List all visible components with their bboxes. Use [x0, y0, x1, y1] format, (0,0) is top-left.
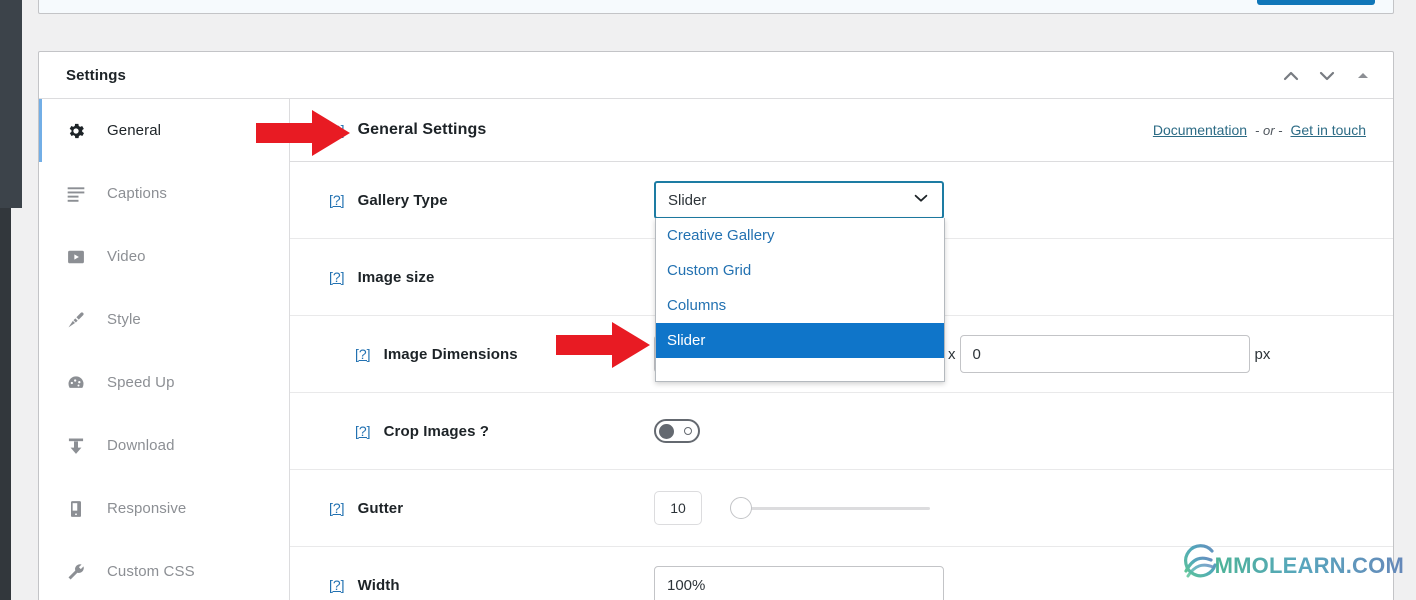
- row-label-gutter: [?] Gutter: [329, 500, 654, 517]
- dropdown-option-slider[interactable]: Slider: [656, 323, 944, 358]
- gear-icon: [66, 121, 92, 141]
- help-icon[interactable]: [?]: [329, 269, 345, 285]
- chevron-up-icon[interactable]: [1275, 60, 1307, 92]
- help-icon[interactable]: [?]: [329, 500, 345, 516]
- gutter-slider[interactable]: [730, 495, 930, 521]
- row-crop-images: [?] Crop Images ?: [290, 393, 1393, 470]
- dropdown-option-custom-grid[interactable]: Custom Grid: [656, 253, 944, 288]
- panel-header-controls: [1275, 52, 1379, 99]
- settings-sidebar: General Captions Video Style Speed Up Do…: [39, 99, 290, 600]
- row-label-image-size: [?] Image size: [329, 269, 654, 286]
- image-height-input[interactable]: 0: [959, 335, 1250, 373]
- screen: Settings General Captions Video Style Sp…: [0, 0, 1416, 600]
- row-label-gallery-type: [?] Gallery Type: [329, 192, 654, 209]
- row-control-width: 100%: [654, 566, 1366, 600]
- help-icon[interactable]: [?]: [329, 192, 345, 208]
- sidebar-item-style[interactable]: Style: [39, 288, 289, 351]
- dropdown-option-columns[interactable]: Columns: [656, 288, 944, 323]
- row-control-gutter: 10: [654, 491, 1366, 525]
- field-label: Gallery Type: [357, 191, 448, 209]
- help-icon[interactable]: [?]: [355, 346, 371, 362]
- brush-icon: [66, 310, 92, 330]
- help-icon[interactable]: [?]: [355, 423, 371, 439]
- slider-track: [730, 506, 930, 510]
- sidebar-item-general[interactable]: General: [39, 99, 289, 162]
- header-links: Documentation - or - Get in touch: [1153, 122, 1366, 138]
- wp-admin-sidebar-top: [0, 0, 22, 208]
- dimensions-unit: px: [1254, 345, 1271, 363]
- upper-panel-partial: [38, 0, 1394, 14]
- gallery-type-selected-value: Slider: [668, 191, 707, 209]
- help-icon[interactable]: [?]: [329, 122, 345, 138]
- sidebar-item-label: Download: [107, 437, 175, 454]
- captions-icon: [66, 184, 92, 204]
- gutter-value-input[interactable]: 10: [654, 491, 702, 525]
- section-title: General Settings: [357, 121, 487, 138]
- sidebar-item-video[interactable]: Video: [39, 225, 289, 288]
- links-separator: - or -: [1255, 122, 1283, 138]
- row-label-width: [?] Width: [329, 577, 654, 594]
- general-settings-header: [?] General Settings Documentation - or …: [290, 99, 1393, 162]
- row-gutter: [?] Gutter 10: [290, 470, 1393, 547]
- sidebar-item-label: Responsive: [107, 500, 187, 517]
- wrench-icon: [66, 562, 92, 582]
- row-control-gallery-type: Slider: [654, 181, 1366, 219]
- sidebar-item-label: Custom CSS: [107, 563, 195, 580]
- dimensions-separator: x: [948, 345, 956, 363]
- documentation-link[interactable]: Documentation: [1153, 122, 1247, 138]
- sidebar-item-custom-css[interactable]: Custom CSS: [39, 540, 289, 600]
- field-label: Image Dimensions: [383, 345, 518, 363]
- download-icon: [66, 436, 92, 456]
- chevron-down-icon: [912, 189, 930, 211]
- sidebar-item-label: Style: [107, 311, 141, 328]
- help-icon[interactable]: [?]: [329, 577, 345, 593]
- wp-admin-sidebar: [0, 0, 22, 600]
- mobile-icon: [66, 499, 92, 519]
- field-label: Crop Images ?: [383, 422, 490, 440]
- page-title: Settings: [66, 66, 126, 84]
- dropdown-footer-space: [656, 358, 944, 381]
- row-label-crop-images: [?] Crop Images ?: [329, 423, 654, 440]
- sidebar-item-responsive[interactable]: Responsive: [39, 477, 289, 540]
- sidebar-item-label: Speed Up: [107, 374, 175, 391]
- crop-images-toggle[interactable]: [654, 419, 700, 443]
- gallery-type-dropdown-options[interactable]: Creative Gallery Custom Grid Columns Sli…: [655, 218, 945, 382]
- dropdown-option-creative-gallery[interactable]: Creative Gallery: [656, 218, 944, 253]
- speedometer-icon: [66, 373, 92, 393]
- sidebar-item-captions[interactable]: Captions: [39, 162, 289, 225]
- sidebar-item-label: General: [107, 122, 162, 139]
- toggle-off-marker: [684, 427, 692, 435]
- upper-panel-primary-button[interactable]: [1257, 0, 1375, 5]
- settings-panel-header: Settings: [39, 52, 1393, 99]
- field-label: Image size: [357, 268, 435, 286]
- slider-thumb[interactable]: [730, 497, 752, 519]
- video-icon: [66, 247, 92, 267]
- chevron-down-icon[interactable]: [1311, 60, 1343, 92]
- get-in-touch-link[interactable]: Get in touch: [1291, 122, 1367, 138]
- field-label: Gutter: [357, 499, 404, 517]
- sidebar-item-label: Captions: [107, 185, 168, 202]
- sidebar-item-download[interactable]: Download: [39, 414, 289, 477]
- row-width: [?] Width 100%: [290, 547, 1393, 600]
- row-control-crop-images: [654, 419, 1366, 443]
- sidebar-item-speed-up[interactable]: Speed Up: [39, 351, 289, 414]
- row-label-image-dimensions: [?] Image Dimensions: [329, 346, 654, 363]
- gallery-type-select[interactable]: Slider: [654, 181, 944, 219]
- width-input[interactable]: 100%: [654, 566, 944, 600]
- collapse-triangle-icon[interactable]: [1347, 60, 1379, 92]
- sidebar-item-label: Video: [107, 248, 146, 265]
- toggle-knob: [659, 423, 674, 439]
- field-label: Width: [357, 576, 400, 594]
